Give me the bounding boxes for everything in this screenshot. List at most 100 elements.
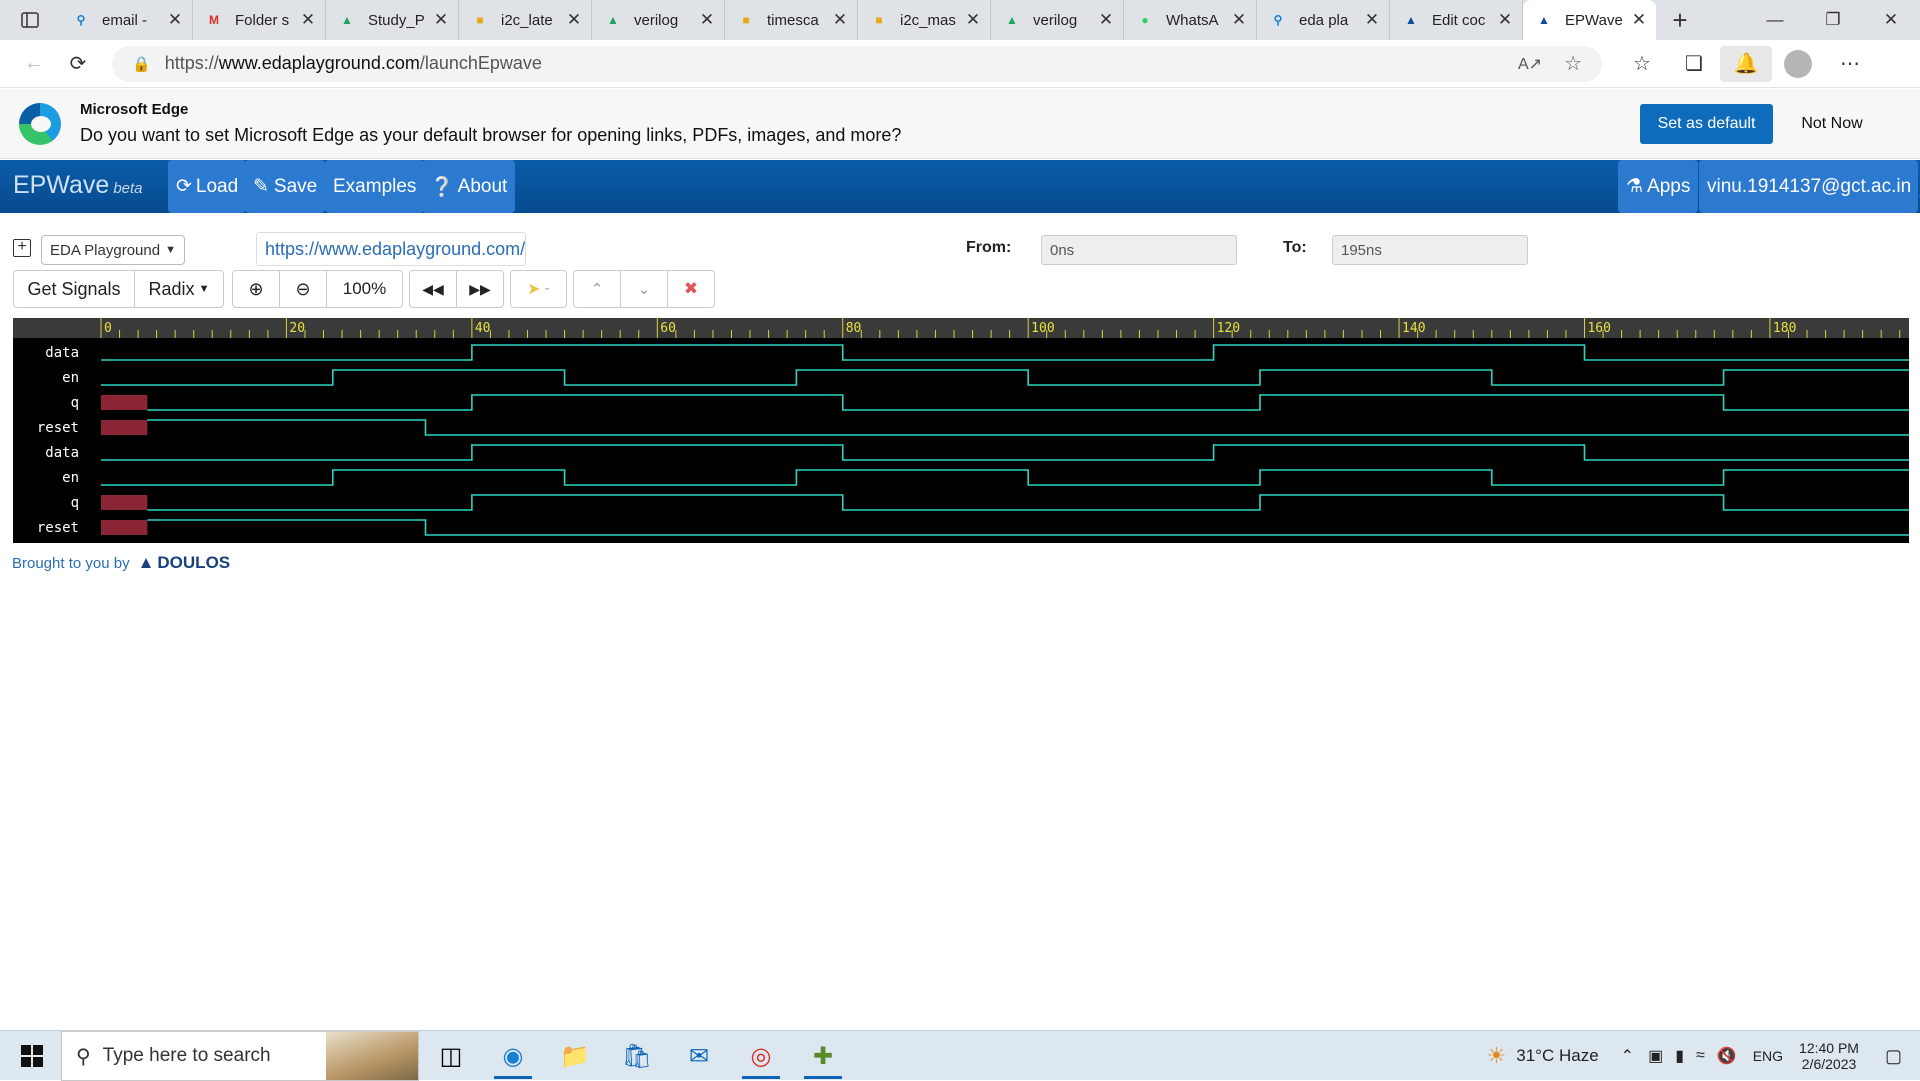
favorites-icon[interactable]: ☆ — [1616, 46, 1668, 82]
load-button[interactable]: ⟳ Load — [168, 160, 247, 213]
clock-date: 2/6/2023 — [1801, 1056, 1857, 1072]
close-tab-icon[interactable]: ✕ — [1363, 10, 1381, 30]
browser-tab[interactable]: ▲ Study_P ✕ — [326, 0, 459, 40]
file-explorer-icon[interactable]: 📁 — [546, 1031, 604, 1081]
more-menu-icon[interactable]: ⋯ — [1824, 46, 1876, 82]
ruler-tick-label: 120 — [1217, 321, 1240, 336]
apps-button[interactable]: ⚗ Apps — [1618, 160, 1699, 213]
browser-tab[interactable]: ▲ verilog ✕ — [592, 0, 725, 40]
user-menu-button[interactable]: vinu.1914137@gct.ac.in👤 — [1699, 160, 1920, 213]
move-down-icon[interactable]: ⌄ — [621, 271, 668, 307]
browser-tab[interactable]: ⚲ eda pla ✕ — [1257, 0, 1390, 40]
add-favorite-icon[interactable]: ☆ — [1564, 51, 1582, 76]
move-up-icon[interactable]: ⌃ — [574, 271, 621, 307]
close-tab-icon[interactable]: ✕ — [1230, 10, 1248, 30]
new-tab-button[interactable]: + — [1656, 0, 1704, 40]
close-tab-icon[interactable]: ✕ — [964, 10, 982, 30]
browser-tab[interactable]: ⚲ email - ✕ — [60, 0, 193, 40]
ruler-tick-label: 180 — [1773, 321, 1796, 336]
chevron-up-icon[interactable]: ⌃ — [1621, 1046, 1634, 1066]
meet-icon[interactable]: ▣ — [1648, 1046, 1663, 1066]
waveform-canvas[interactable]: 0 20 40 60 80 100 120 140 160 180 data en q reset data… — [13, 318, 1909, 543]
rewind-icon[interactable]: ◀◀ — [410, 271, 457, 307]
refresh-icon: ⟳ — [176, 176, 192, 197]
close-tab-icon[interactable]: ✕ — [1097, 10, 1115, 30]
browser-tab[interactable]: ▲ verilog ✕ — [991, 0, 1124, 40]
minimize-button[interactable]: — — [1746, 0, 1804, 40]
edge-taskbar-icon[interactable]: ◉ — [484, 1031, 542, 1081]
get-signals-button[interactable]: Get Signals — [14, 271, 135, 307]
close-window-button[interactable]: ✕ — [1862, 0, 1920, 40]
close-tab-icon[interactable]: ✕ — [831, 10, 849, 30]
about-button[interactable]: ❔ About — [422, 160, 516, 213]
close-tab-icon[interactable]: ✕ — [1496, 10, 1514, 30]
app-icon[interactable]: ✚ — [794, 1031, 852, 1081]
close-tab-icon[interactable]: ✕ — [432, 10, 450, 30]
source-select[interactable]: EDA Playground ▼ — [41, 235, 185, 265]
browser-tab[interactable]: M Folder s ✕ — [193, 0, 326, 40]
chrome-icon[interactable]: ◎ — [732, 1031, 790, 1081]
url-field[interactable]: 🔒 https://www.edaplayground.com/launchEp… — [112, 45, 1602, 82]
collections-icon[interactable]: ❏ — [1668, 46, 1720, 82]
start-button[interactable] — [8, 1031, 56, 1081]
refresh-button[interactable]: ⟳ — [56, 46, 100, 82]
wifi-icon[interactable]: ≈ — [1696, 1047, 1705, 1065]
tab-title: WhatsA — [1166, 11, 1219, 29]
remove-icon[interactable]: ✖ — [668, 271, 714, 307]
marker-button[interactable]: ➤ - — [511, 271, 566, 307]
browser-tab[interactable]: ● WhatsA ✕ — [1124, 0, 1257, 40]
battery-icon[interactable]: ▮ — [1675, 1046, 1684, 1066]
signal-name-label: q — [71, 395, 79, 411]
folder-icon: ■ — [742, 13, 750, 27]
taskbar: ⚲ Type here to search ◫ ◉ 📁 🛍 ✉ ◎ ✚ ☀ 31… — [0, 1030, 1920, 1081]
notification-center-icon[interactable]: ▢ — [1885, 1046, 1902, 1067]
set-as-default-button[interactable]: Set as default — [1640, 104, 1773, 144]
restore-button[interactable]: ❐ — [1804, 0, 1862, 40]
to-input[interactable]: 195ns — [1332, 235, 1528, 265]
browser-tab[interactable]: ▲ EPWave ✕ — [1523, 0, 1656, 40]
language-indicator[interactable]: ENG — [1753, 1048, 1783, 1064]
fast-forward-icon[interactable]: ▶▶ — [457, 271, 503, 307]
radix-button[interactable]: Radix ▼ — [135, 271, 223, 307]
clock[interactable]: 12:40 PM 2/6/2023 — [1799, 1040, 1859, 1072]
profile-avatar[interactable] — [1772, 46, 1824, 82]
source-url-link[interactable]: https://www.edaplayground.com/ — [256, 232, 526, 266]
signal-order-group: ⌃ ⌄ ✖ — [573, 270, 715, 308]
store-icon[interactable]: 🛍 — [608, 1031, 666, 1081]
zoom-level[interactable]: 100% — [327, 271, 402, 307]
epwave-brand[interactable]: EPWave beta — [13, 171, 143, 200]
mail-icon[interactable]: ✉ — [670, 1031, 728, 1081]
examples-button[interactable]: Examples — [325, 160, 425, 213]
close-tab-icon[interactable]: ✕ — [565, 10, 583, 30]
not-now-button[interactable]: Not Now — [1782, 104, 1882, 144]
back-button[interactable]: ← — [12, 46, 56, 82]
ruler-tick-label: 60 — [660, 321, 676, 336]
volume-icon[interactable]: 🔇 — [1717, 1046, 1737, 1066]
zoom-in-icon[interactable]: ⊕ — [233, 271, 280, 307]
expand-icon[interactable]: + — [13, 239, 31, 257]
doulos-logo[interactable]: ▲ DOULOS — [138, 553, 231, 573]
browser-tab[interactable]: ■ i2c_late ✕ — [459, 0, 592, 40]
taskbar-search[interactable]: ⚲ Type here to search — [61, 1031, 419, 1081]
read-aloud-icon[interactable]: A↗ — [1518, 54, 1542, 74]
unknown-value-block — [101, 495, 148, 510]
notifications-icon[interactable]: 🔔 — [1720, 45, 1772, 82]
signal-waveform — [101, 344, 1909, 361]
waveform-panel[interactable]: 0 20 40 60 80 100 120 140 160 180 data en q reset data… — [13, 318, 1909, 543]
close-tab-icon[interactable]: ✕ — [166, 10, 184, 30]
zoom-out-icon[interactable]: ⊖ — [280, 271, 327, 307]
close-tab-icon[interactable]: ✕ — [1630, 10, 1648, 30]
close-tab-icon[interactable]: ✕ — [698, 10, 716, 30]
close-tab-icon[interactable]: ✕ — [299, 10, 317, 30]
browser-tab[interactable]: ■ i2c_mas ✕ — [858, 0, 991, 40]
browser-tab[interactable]: ▲ Edit coc ✕ — [1390, 0, 1523, 40]
tab-actions-button[interactable] — [0, 0, 60, 40]
unknown-value-block — [101, 395, 148, 410]
task-view-icon[interactable]: ◫ — [422, 1031, 480, 1081]
from-input[interactable]: 0ns — [1041, 235, 1237, 265]
save-button[interactable]: ✎ Save — [245, 160, 326, 213]
weather-text[interactable]: 31°C Haze — [1516, 1046, 1598, 1066]
search-icon: ⚲ — [76, 1045, 91, 1068]
browser-tab[interactable]: ■ timesca ✕ — [725, 0, 858, 40]
tab-title: timesca — [767, 11, 819, 29]
